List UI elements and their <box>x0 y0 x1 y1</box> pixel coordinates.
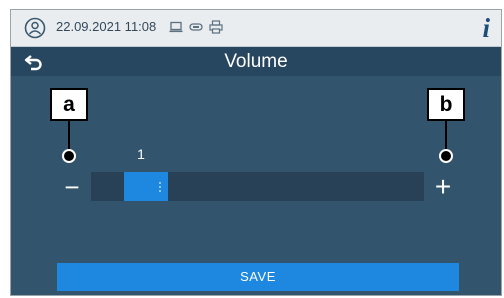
title-bar: Volume <box>11 47 501 76</box>
increase-volume-button[interactable]: + <box>427 172 459 202</box>
slider-thumb[interactable] <box>124 172 168 201</box>
device-screen: 22.09.2021 11:08 i Volume 1 − + SAVE <box>10 9 502 296</box>
grip-icon <box>159 182 163 192</box>
callout-line-a <box>68 120 70 150</box>
volume-slider[interactable] <box>91 172 424 201</box>
status-bar: 22.09.2021 11:08 i <box>11 10 501 47</box>
laptop-icon <box>169 21 183 33</box>
save-button[interactable]: SAVE <box>57 263 459 291</box>
callout-dot-b <box>439 149 453 163</box>
info-icon[interactable]: i <box>482 14 490 42</box>
page-title: Volume <box>224 51 288 72</box>
decrease-volume-button[interactable]: − <box>57 172 87 202</box>
status-datetime: 22.09.2021 11:08 <box>56 19 157 34</box>
printer-icon <box>209 20 223 34</box>
callout-label-b: b <box>427 88 465 121</box>
user-circle-icon[interactable] <box>24 17 46 39</box>
callout-label-a: a <box>50 88 88 121</box>
callout-line-b <box>445 120 447 150</box>
usb-icon <box>189 23 203 31</box>
callout-dot-a <box>62 149 76 163</box>
volume-value: 1 <box>137 146 145 162</box>
